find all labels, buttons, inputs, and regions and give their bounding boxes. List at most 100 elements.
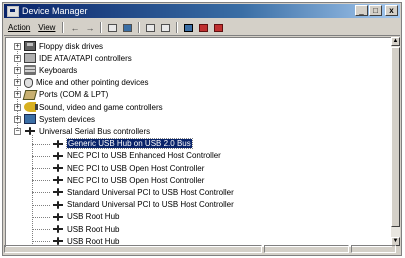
- folder-icon: [108, 23, 118, 32]
- usb-icon: [52, 200, 64, 210]
- usb-device-label: NEC PCI to USB Open Host Controller: [67, 163, 205, 173]
- tree-view-icon: [123, 23, 133, 32]
- expand-icon[interactable]: +: [14, 42, 21, 50]
- tree-branch-line: [32, 204, 50, 207]
- menu-action[interactable]: Action: [4, 23, 34, 32]
- help-icon: [161, 23, 171, 32]
- help-button[interactable]: [160, 22, 171, 33]
- tree-category-label: Keyboards: [39, 65, 78, 75]
- usb-device-item[interactable]: USB Root Hub: [52, 223, 119, 235]
- properties-button[interactable]: [145, 22, 156, 33]
- toolbar-separator: [138, 22, 141, 33]
- usb-icon: [24, 126, 36, 136]
- scroll-up-button[interactable]: ▲: [391, 37, 400, 46]
- system-icon: [24, 114, 36, 125]
- tree-category-label: System devices: [39, 114, 96, 124]
- usb-device-label: Generic USB Hub on USB 2.0 Bus: [66, 138, 193, 150]
- tree-branch-line: [32, 216, 50, 219]
- usb-device-item[interactable]: USB Root Hub: [52, 211, 119, 223]
- status-bar: [4, 245, 400, 254]
- tree-category-label: IDE ATA/ATAPI controllers: [39, 53, 132, 63]
- tree-branch-line: [32, 143, 50, 146]
- tree-category[interactable]: + System devices: [14, 113, 95, 125]
- tree-category-label: Floppy disk drives: [39, 41, 104, 51]
- usb-device-label: Standard Universal PCI to USB Host Contr…: [67, 187, 234, 197]
- update-driver-button[interactable]: [198, 22, 209, 33]
- tree-branch-line: [32, 180, 50, 182]
- minimize-button[interactable]: _: [355, 5, 368, 16]
- usb-icon: [52, 163, 64, 173]
- forward-button[interactable]: →: [84, 22, 95, 33]
- status-pane-main: [4, 245, 262, 253]
- expand-icon[interactable]: +: [14, 91, 21, 99]
- show-hide-tree-button[interactable]: [122, 22, 133, 33]
- usb-device-item[interactable]: Standard Universal PCI to USB Host Contr…: [52, 199, 234, 211]
- tree-category[interactable]: + Mice and other pointing devices: [14, 77, 149, 89]
- usb-device-label: NEC PCI to USB Open Host Controller: [67, 175, 205, 185]
- device-tree[interactable]: + Floppy disk drives + IDE ATA/ATAPI contro…: [5, 37, 392, 247]
- expand-icon[interactable]: +: [14, 115, 21, 123]
- device-manager-window: Device Manager _ □ x Action View ← → + Fl…: [2, 2, 402, 256]
- status-pane-tertiary: [351, 245, 396, 253]
- usb-device-label: NEC PCI to USB Enhanced Host Controller: [67, 151, 221, 161]
- tree-category[interactable]: + Ports (COM & LPT): [14, 89, 108, 101]
- tree-category-label: Universal Serial Bus controllers: [39, 126, 151, 136]
- arrow-right-icon: →: [85, 22, 95, 33]
- ports-icon: [22, 89, 38, 100]
- tree-branch-line: [32, 155, 50, 158]
- uninstall-button[interactable]: [213, 22, 224, 33]
- menu-action-label: Action: [8, 23, 31, 32]
- usb-icon: [52, 175, 64, 185]
- back-button[interactable]: ←: [69, 22, 80, 33]
- usb-device-item[interactable]: NEC PCI to USB Enhanced Host Controller: [52, 150, 221, 162]
- usb-icon: [52, 224, 64, 234]
- properties-icon: [146, 23, 156, 32]
- usb-icon: [52, 151, 64, 161]
- scroll-thumb[interactable]: [391, 47, 400, 227]
- keyboard-icon: [24, 65, 36, 76]
- tree-branch-line: [32, 192, 50, 194]
- menu-toolbar: Action View ← →: [4, 20, 400, 36]
- scan-hardware-button[interactable]: [183, 22, 194, 33]
- tree-category[interactable]: + IDE ATA/ATAPI controllers: [14, 52, 132, 64]
- expand-icon[interactable]: +: [14, 103, 21, 111]
- tree-category[interactable]: + Keyboards: [14, 64, 77, 76]
- tree-category[interactable]: − Universal Serial Bus controllers: [14, 125, 150, 137]
- collapse-icon[interactable]: −: [14, 127, 21, 135]
- ide-icon: [24, 53, 36, 64]
- menu-view-label: View: [38, 23, 56, 32]
- tree-branch-line: [32, 229, 50, 231]
- toolbar-separator: [176, 22, 179, 33]
- close-button[interactable]: x: [385, 5, 398, 16]
- maximize-button[interactable]: □: [369, 5, 382, 16]
- usb-device-item[interactable]: Generic USB Hub on USB 2.0 Bus: [52, 138, 193, 150]
- usb-device-label: USB Root Hub: [67, 212, 120, 222]
- tree-branch-line: [32, 168, 50, 170]
- tree-category[interactable]: + Sound, video and game controllers: [14, 101, 163, 113]
- status-pane-secondary: [264, 245, 349, 253]
- usb-device-item[interactable]: NEC PCI to USB Open Host Controller: [52, 174, 204, 186]
- toolbar-separator: [100, 22, 103, 33]
- expand-icon[interactable]: +: [14, 79, 21, 87]
- uninstall-icon: [214, 23, 224, 32]
- title-bar[interactable]: Device Manager _ □ x: [4, 4, 400, 18]
- expand-icon[interactable]: +: [14, 54, 21, 62]
- expand-icon[interactable]: +: [14, 66, 21, 74]
- menu-view[interactable]: View: [34, 23, 59, 32]
- usb-device-item[interactable]: NEC PCI to USB Open Host Controller: [52, 162, 204, 174]
- mouse-icon: [24, 77, 33, 88]
- usb-device-item[interactable]: Standard Universal PCI to USB Host Contr…: [52, 186, 234, 198]
- tree-category-label: Sound, video and game controllers: [39, 102, 163, 112]
- toolbar-separator: [62, 22, 65, 33]
- floppy-icon: [24, 41, 36, 51]
- tree-branch-line: [32, 241, 50, 243]
- tree-category[interactable]: + Floppy disk drives: [14, 40, 103, 52]
- usb-icon: [52, 212, 64, 222]
- up-level-button[interactable]: [107, 22, 118, 33]
- usb-device-label: Standard Universal PCI to USB Host Contr…: [67, 200, 234, 210]
- tree-category-label: Ports (COM & LPT): [39, 90, 109, 100]
- vertical-scrollbar[interactable]: ▲ ▼: [391, 37, 400, 246]
- tree-child-connector-line: [32, 135, 34, 244]
- monitor-icon: [184, 23, 194, 32]
- usb-icon: [52, 187, 64, 197]
